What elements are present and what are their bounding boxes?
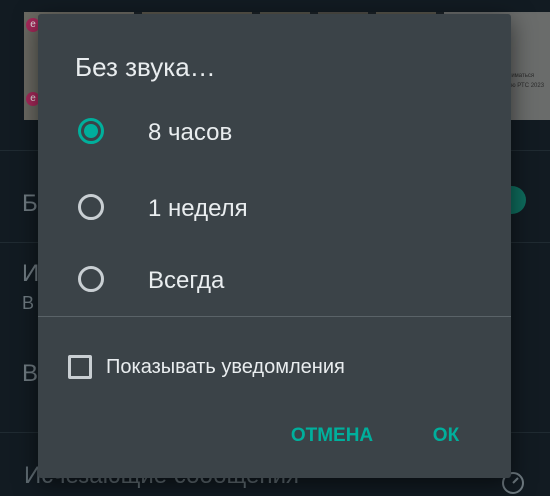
option-label: Всегда bbox=[148, 267, 225, 294]
thumbnail-caption: ью РТС 2023 bbox=[508, 83, 545, 89]
background-row-sublabel: В bbox=[22, 293, 35, 313]
dialog-title: Без звука… bbox=[75, 52, 216, 82]
cancel-button[interactable]: ОТМЕНА bbox=[284, 418, 380, 454]
background-toggle bbox=[510, 186, 526, 214]
option-label: 1 неделя bbox=[148, 195, 248, 222]
radio-unchecked-icon[interactable] bbox=[78, 266, 104, 292]
radio-unchecked-icon[interactable] bbox=[78, 194, 104, 220]
mute-option-always[interactable]: Всегда bbox=[38, 250, 511, 312]
background-row-label: Б bbox=[22, 190, 38, 217]
mute-option-1-week[interactable]: 1 неделя bbox=[38, 178, 511, 240]
show-notifications-checkbox-row[interactable]: Показывать уведомления bbox=[38, 347, 511, 387]
dialog-divider bbox=[38, 316, 511, 317]
option-label: 8 часов bbox=[148, 119, 233, 146]
background-row-label: И bbox=[22, 260, 40, 287]
thumbnail-caption: ниматься bbox=[508, 73, 535, 79]
checkbox-unchecked-icon[interactable] bbox=[68, 355, 92, 379]
ok-button[interactable]: ОК bbox=[424, 418, 468, 454]
mute-option-8-hours[interactable]: 8 часов bbox=[38, 102, 511, 164]
background-row-label: В bbox=[22, 360, 39, 387]
mute-dialog: Без звука… 8 часов 1 неделя Всегда Показ… bbox=[38, 14, 511, 478]
show-notifications-label: Показывать уведомления bbox=[106, 356, 345, 378]
radio-checked-icon[interactable] bbox=[78, 118, 104, 144]
